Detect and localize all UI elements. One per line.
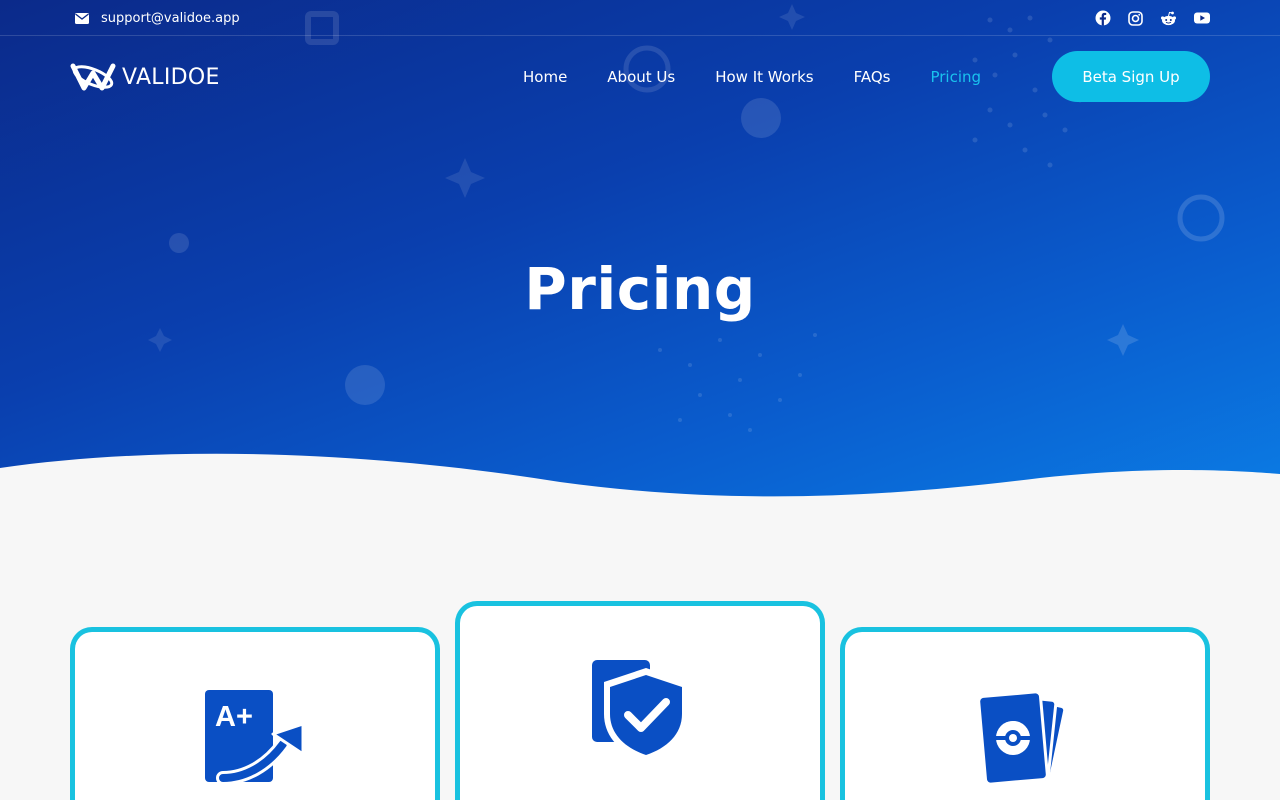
youtube-icon [1193, 12, 1210, 24]
nav-item-faqs[interactable]: FAQs [834, 68, 911, 86]
validoe-logo-icon [70, 63, 116, 91]
reddit-icon [1161, 11, 1176, 25]
facebook-link[interactable] [1094, 10, 1111, 27]
pricing-card-3 [840, 627, 1210, 800]
page-title: Pricing [524, 255, 756, 323]
grade-glyph: A+ [215, 701, 253, 733]
pricing-card-2 [455, 601, 825, 800]
nav-item-about-us[interactable]: About Us [587, 68, 695, 86]
trading-cards-icon [977, 690, 1067, 786]
social-links [1094, 9, 1210, 27]
instagram-link[interactable] [1127, 10, 1144, 27]
beta-sign-up-button[interactable]: Beta Sign Up [1052, 51, 1210, 102]
envelope-icon [75, 12, 89, 24]
brand-name: VALIDOE [122, 64, 220, 90]
shield-check-icon [592, 660, 688, 762]
instagram-icon [1128, 10, 1143, 26]
nav-item-how-it-works[interactable]: How It Works [695, 68, 833, 86]
grade-upgrade-icon: A+ [205, 690, 305, 784]
hero-wave-divider [0, 453, 1280, 540]
facebook-icon [1095, 10, 1110, 26]
nav-item-pricing[interactable]: Pricing [910, 68, 1001, 86]
youtube-link[interactable] [1193, 10, 1210, 27]
main-nav: VALIDOE Home About Us How It Works FAQs … [0, 36, 1280, 116]
reddit-link[interactable] [1160, 10, 1177, 27]
email-text: support@validoe.app [101, 10, 240, 26]
brand-logo[interactable]: VALIDOE [70, 60, 220, 94]
nav-links: Home About Us How It Works FAQs Pricing [503, 64, 1001, 90]
topbar-email[interactable]: support@validoe.app [75, 9, 240, 27]
topbar: support@validoe.app [0, 0, 1280, 36]
pricing-card-1: A+ [70, 627, 440, 800]
nav-item-home[interactable]: Home [503, 68, 587, 86]
